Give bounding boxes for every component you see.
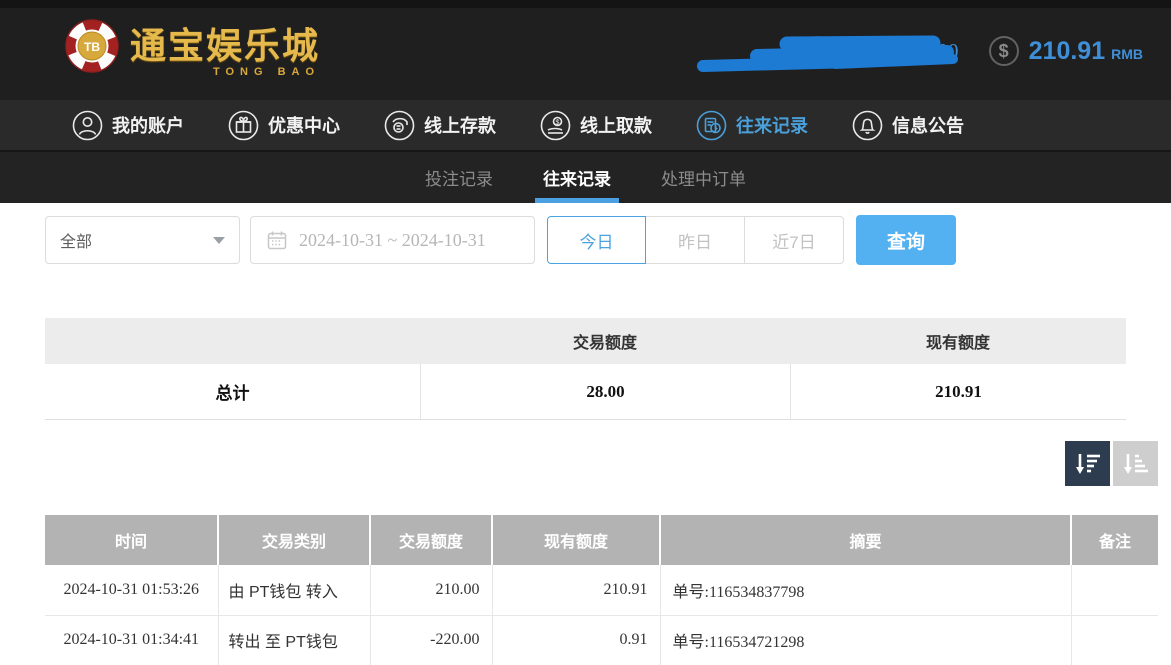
sort-controls	[45, 441, 1158, 486]
quick-date-group: 今日 昨日 近7日	[547, 216, 844, 264]
cell-type: 由 PT钱包 转入	[218, 565, 370, 615]
col-header-time: 时间	[45, 515, 218, 565]
account-balance: $ 210.91 RMB	[989, 36, 1143, 66]
cell-amount: 210.00	[370, 565, 492, 615]
withdraw-icon: $	[540, 110, 571, 141]
nav-withdraw[interactable]: $ 线上取款	[540, 110, 652, 141]
cell-balance: 0.91	[492, 615, 660, 665]
sort-ascending-icon	[1123, 452, 1149, 476]
balance-amount: 210.91	[1029, 37, 1105, 66]
sort-descending-icon	[1075, 452, 1101, 476]
records-subnav: 投注记录 往来记录 处理中订单	[0, 152, 1171, 203]
cell-summary: 单号:116534721298	[660, 615, 1071, 665]
brand-name-cn: 通宝娱乐城	[130, 26, 320, 66]
table-header-row: 时间 交易类别 交易额度 现有额度 摘要 备注	[45, 515, 1158, 565]
quick-yesterday-button[interactable]: 昨日	[646, 216, 745, 264]
nav-my-account[interactable]: 我的账户	[72, 110, 184, 141]
summary-header-balance: 现有额度	[790, 329, 1126, 353]
summary-total-row: 总计 28.00 210.91	[45, 364, 1126, 420]
dollar-circle-icon: $	[989, 36, 1019, 66]
summary-total-balance: 210.91	[790, 364, 1126, 419]
table-row: 2024-10-31 01:34:41 转出 至 PT钱包 -220.00 0.…	[45, 615, 1158, 665]
sort-ascending-button[interactable]	[1113, 441, 1158, 486]
deposit-icon	[384, 110, 415, 141]
summary-table: 交易额度 现有额度 总计 28.00 210.91	[45, 318, 1126, 420]
main-navbar: 我的账户 优惠中心 线上存款 $ 线上取款 往	[0, 100, 1171, 152]
page-content: 全部 2024-10-31 ~ 2024-10-31 今日 昨日 近7日 查询 …	[0, 215, 1171, 665]
gift-icon	[228, 110, 259, 141]
calendar-icon	[267, 230, 287, 250]
cell-summary: 单号:116534837798	[660, 565, 1071, 615]
filter-bar: 全部 2024-10-31 ~ 2024-10-31 今日 昨日 近7日 查询	[45, 215, 1126, 265]
transactions-table: 时间 交易类别 交易额度 现有额度 摘要 备注 2024-10-31 01:53…	[45, 515, 1158, 665]
cell-time: 2024-10-31 01:53:26	[45, 565, 218, 615]
nav-announcements[interactable]: 信息公告	[852, 110, 964, 141]
brand-logo[interactable]: TB 通宝娱乐城 TONG BAO	[64, 18, 320, 74]
date-range-input[interactable]: 2024-10-31 ~ 2024-10-31	[250, 216, 535, 264]
col-header-summary: 摘要	[660, 515, 1071, 565]
col-header-type: 交易类别	[218, 515, 370, 565]
tab-transaction-records[interactable]: 往来记录	[541, 152, 613, 203]
search-button[interactable]: 查询	[856, 215, 956, 265]
tab-betting-records[interactable]: 投注记录	[423, 152, 495, 203]
cell-note	[1071, 565, 1158, 615]
cell-time: 2024-10-31 01:34:41	[45, 615, 218, 665]
sort-descending-button[interactable]	[1065, 441, 1110, 486]
cell-note	[1071, 615, 1158, 665]
col-header-note: 备注	[1071, 515, 1158, 565]
cell-amount: -220.00	[370, 615, 492, 665]
summary-header-row: 交易额度 现有额度	[45, 318, 1126, 364]
svg-text:$: $	[556, 119, 560, 126]
tab-pending-orders[interactable]: 处理中订单	[659, 152, 748, 203]
cell-balance: 210.91	[492, 565, 660, 615]
records-icon	[696, 110, 727, 141]
type-select[interactable]: 全部	[45, 216, 240, 264]
table-row: 2024-10-31 01:53:26 由 PT钱包 转入 210.00 210…	[45, 565, 1158, 615]
summary-total-amount: 28.00	[420, 364, 790, 419]
nav-promotions[interactable]: 优惠中心	[228, 110, 340, 141]
date-range-value: 2024-10-31 ~ 2024-10-31	[299, 230, 486, 251]
top-header: TB 通宝娱乐城 TONG BAO 500 $ 210.91 RMB	[0, 0, 1171, 100]
chevron-down-icon	[213, 237, 225, 244]
brand-name-en: TONG BAO	[213, 66, 320, 78]
quick-last7days-button[interactable]: 近7日	[745, 216, 844, 264]
user-icon	[72, 110, 103, 141]
svg-text:TB: TB	[84, 40, 100, 54]
type-select-value: 全部	[60, 228, 92, 252]
col-header-balance: 现有额度	[492, 515, 660, 565]
nav-deposit[interactable]: 线上存款	[384, 110, 496, 141]
bell-icon	[852, 110, 883, 141]
col-header-amount: 交易额度	[370, 515, 492, 565]
summary-total-label: 总计	[45, 364, 420, 419]
quick-today-button[interactable]: 今日	[547, 216, 646, 264]
cell-type: 转出 至 PT钱包	[218, 615, 370, 665]
marker-scribble	[703, 43, 953, 66]
balance-currency: RMB	[1111, 40, 1143, 62]
username-redacted: 500	[695, 28, 975, 76]
summary-header-amount: 交易额度	[420, 329, 790, 353]
poker-chip-icon: TB	[64, 18, 120, 74]
nav-transaction-records[interactable]: 往来记录	[696, 110, 808, 141]
